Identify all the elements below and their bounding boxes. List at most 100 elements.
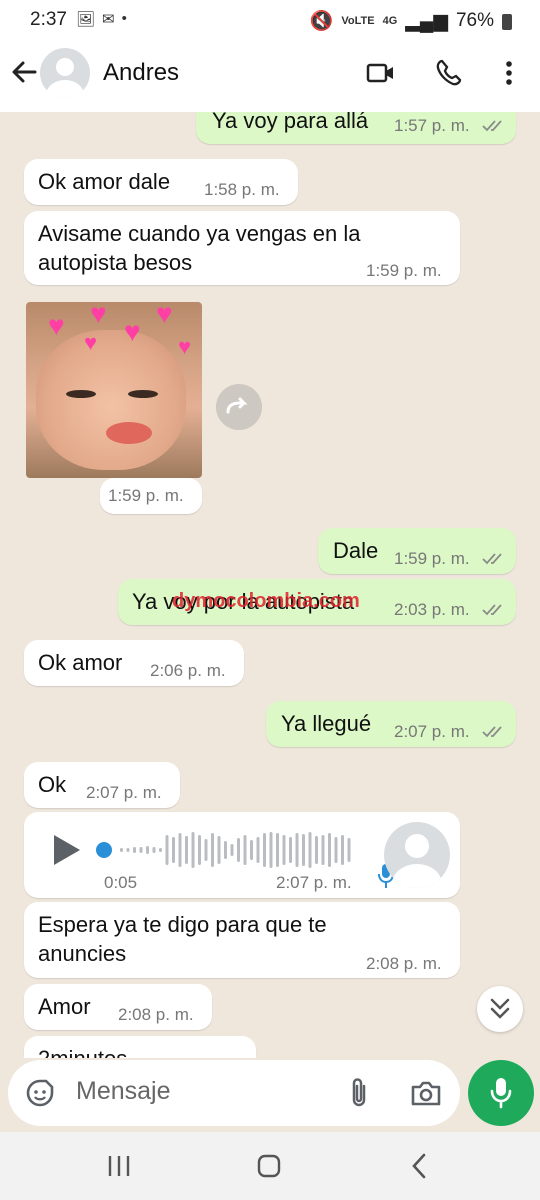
waveform-bar <box>120 848 123 852</box>
dot-icon: • <box>121 10 127 27</box>
message-time: 1:59 p. m. <box>366 261 442 280</box>
notification-icons: 🖼 ✉ • <box>76 10 127 28</box>
back-arrow-icon[interactable] <box>10 58 38 86</box>
attach-icon[interactable] <box>346 1076 372 1110</box>
waveform-bar <box>321 835 325 865</box>
message-text: Ok amor dale <box>38 169 171 194</box>
status-right: 🔇 VoLTE 4G ▂▄▆ 76% <box>310 9 512 33</box>
waveform-bar <box>256 837 260 863</box>
mute-icon: 🔇 <box>309 11 334 32</box>
message-text: Dale <box>333 538 379 563</box>
message-time: 2:03 p. m. <box>394 600 470 619</box>
message-time: 2:06 p. m. <box>150 661 226 680</box>
message-incoming[interactable]: Espera ya te digo para que te anuncies 2… <box>24 902 460 978</box>
voice-waveform[interactable] <box>118 830 358 870</box>
voice-progress-dot[interactable] <box>96 842 112 858</box>
message-time: 2:07 p. m. <box>86 783 162 802</box>
home-icon[interactable] <box>256 1154 282 1178</box>
waveform-bar <box>178 833 182 867</box>
message-time: 1:58 p. m. <box>204 180 280 199</box>
waveform-bar <box>282 835 286 865</box>
message-text: Espera ya te digo para que te anuncies <box>38 912 327 966</box>
waveform-bar <box>230 844 234 856</box>
waveform-bar <box>308 832 312 868</box>
waveform-bar <box>347 838 351 862</box>
voice-sender-avatar <box>384 822 450 888</box>
message-outgoing[interactable]: Ya voy para allá 1:57 p. m. <box>196 112 516 144</box>
waveform-bar <box>152 847 156 853</box>
message-incoming[interactable]: Avisame cuando ya vengas en la autopista… <box>24 211 460 285</box>
message-time: 2:07 p. m. <box>276 873 352 892</box>
message-incoming[interactable]: Ok 2:07 p. m. <box>24 762 180 808</box>
video-call-icon[interactable] <box>366 58 396 88</box>
message-outgoing[interactable]: Ya llegué 2:07 p. m. <box>266 701 516 747</box>
waveform-bar <box>146 846 149 854</box>
waveform-bar <box>315 836 318 864</box>
mic-icon <box>490 1078 512 1109</box>
message-incoming[interactable]: Ok amor dale 1:58 p. m. <box>24 159 298 205</box>
waveform-bar <box>243 835 247 865</box>
message-text: Amor <box>38 994 91 1019</box>
message-outgoing[interactable]: Dale 1:59 p. m. <box>318 528 516 574</box>
chat-header: Andres <box>0 40 540 112</box>
image-message[interactable]: ♥ ♥ ♥ ♥ ♥ ♥ <box>26 302 202 478</box>
battery-icon <box>502 14 512 30</box>
message-input[interactable]: Mensaje <box>76 1077 171 1106</box>
volte-indicator: VoLTE <box>341 15 375 27</box>
read-ticks-icon <box>482 553 502 565</box>
contact-avatar[interactable] <box>40 48 90 98</box>
system-navigation-bar <box>0 1132 540 1200</box>
waveform-bar <box>289 837 292 863</box>
waveform-bar <box>172 837 175 863</box>
waveform-bar <box>276 833 279 867</box>
sticker-icon[interactable] <box>24 1077 56 1109</box>
voice-record-button[interactable] <box>468 1060 534 1126</box>
message-time: 1:59 p. m. <box>394 549 470 568</box>
waveform-bar <box>204 839 208 861</box>
waveform-bar <box>328 833 331 867</box>
phone-call-icon[interactable] <box>434 58 464 88</box>
battery-percent: 76% <box>455 10 494 31</box>
message-time: 1:57 p. m. <box>394 116 470 135</box>
chat-area[interactable]: Ya voy para allá 1:57 p. m. Ok amor dale… <box>0 112 540 1058</box>
double-chevron-down-icon <box>490 998 510 1019</box>
read-ticks-icon <box>482 604 502 616</box>
waveform-bar <box>334 837 338 863</box>
message-text: Ok amor <box>38 650 123 675</box>
waveform-bar <box>159 848 162 852</box>
camera-icon[interactable] <box>410 1078 442 1108</box>
waveform-bar <box>237 838 240 862</box>
more-options-icon[interactable] <box>494 58 524 88</box>
message-text: Ok <box>38 772 67 797</box>
message-time: 2:08 p. m. <box>118 1005 194 1024</box>
message-incoming[interactable]: 2minutos <box>24 1036 256 1058</box>
waveform-bar <box>269 832 273 868</box>
read-ticks-icon <box>482 120 502 132</box>
message-incoming[interactable]: Ok amor 2:06 p. m. <box>24 640 244 686</box>
waveform-bar <box>211 833 214 867</box>
message-icon: ✉ <box>102 11 115 28</box>
message-time: 2:08 p. m. <box>366 954 442 973</box>
waveform-bar <box>295 833 299 867</box>
recent-apps-icon[interactable] <box>106 1154 132 1178</box>
scroll-down-button[interactable] <box>477 986 523 1032</box>
message-text: 2minutos <box>38 1044 127 1058</box>
back-nav-icon[interactable] <box>408 1152 432 1180</box>
forward-icon[interactable] <box>216 384 262 430</box>
waveform-bar <box>217 836 221 864</box>
waveform-bar <box>224 841 227 859</box>
waveform-bar <box>165 835 169 865</box>
contact-name[interactable]: Andres <box>103 59 179 87</box>
gallery-icon: 🖼 <box>76 11 96 28</box>
voice-duration: 0:05 <box>104 873 138 892</box>
message-incoming[interactable]: Amor 2:08 p. m. <box>24 984 212 1030</box>
message-input-bar[interactable]: Mensaje <box>8 1060 460 1126</box>
status-time: 2:37 <box>30 9 67 30</box>
waveform-bar <box>185 836 188 864</box>
play-icon[interactable] <box>50 832 82 868</box>
image-time-bubble: 1:59 p. m. <box>100 478 202 514</box>
message-text: Ya llegué <box>281 711 372 736</box>
signal-icon: ▂▄▆ <box>405 10 448 32</box>
watermark: dymocolombia.com <box>172 590 360 612</box>
waveform-bar <box>250 840 253 860</box>
